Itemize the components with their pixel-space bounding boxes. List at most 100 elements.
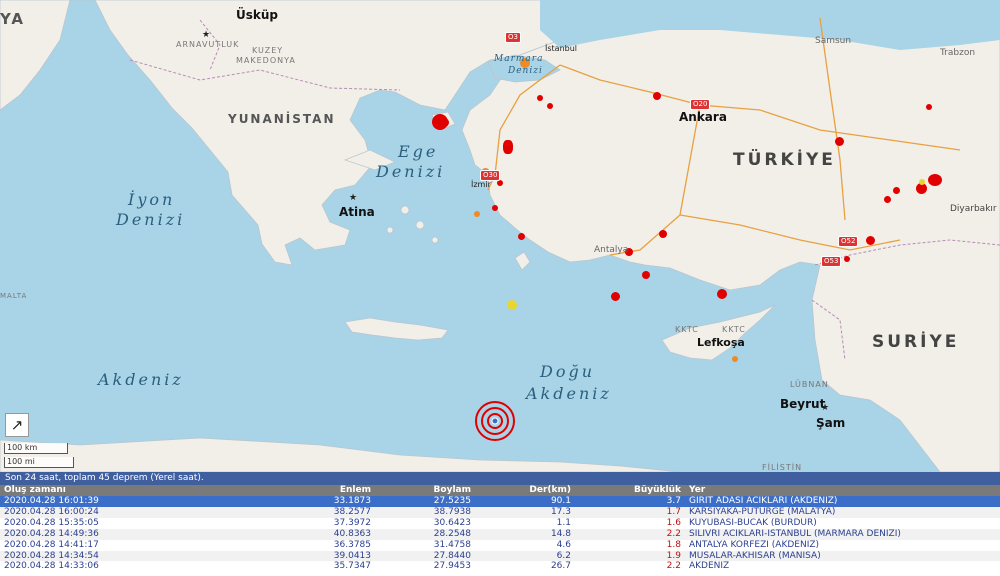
column-header-depth[interactable]: Der(km) — [475, 485, 575, 496]
earthquake-dot[interactable] — [440, 118, 449, 127]
highlighted-earthquake-marker — [475, 401, 515, 441]
earthquake-dot[interactable] — [492, 205, 498, 211]
earthquake-dot[interactable] — [518, 233, 525, 240]
road-shield: O30 — [480, 170, 501, 181]
cell-magnitude: 2.2 — [575, 528, 685, 540]
country-label-kktc: KKTC — [675, 325, 699, 334]
cell-place: KUYUBASI-BUCAK (BURDUR) — [685, 517, 1000, 529]
city-label-izmir: İzmir — [471, 180, 491, 189]
road-shield: O3 — [505, 32, 521, 43]
city-marker-atina: ★ — [349, 193, 358, 203]
city-label-trabzon: Trabzon — [940, 48, 976, 58]
cell-time: 2020.04.28 14:41:17 — [0, 539, 250, 551]
earthquake-dot[interactable] — [547, 103, 553, 109]
city-label-uskup: Üsküp — [236, 8, 278, 22]
cell-depth: 1.1 — [475, 517, 575, 529]
scale-bar-km: 100 km — [4, 443, 68, 454]
column-header-lat[interactable]: Enlem — [250, 485, 375, 496]
earthquake-dot[interactable] — [611, 292, 620, 301]
city-label-beyrut: Beyrut — [780, 397, 826, 411]
sea-label-iyon: Denizi — [116, 210, 186, 229]
status-bar: Son 24 saat, toplam 45 deprem (Yerel saa… — [0, 472, 1000, 485]
africa-landmass — [0, 437, 681, 472]
cell-time: 2020.04.28 14:49:36 — [0, 528, 250, 540]
map-view[interactable]: Ege Denizi İyon Denizi Akdeniz Doğu Akde… — [0, 0, 1000, 472]
earthquake-dot[interactable] — [653, 92, 661, 100]
cell-lat: 40.8363 — [250, 528, 375, 540]
cell-lat: 33.1873 — [250, 496, 375, 507]
cell-magnitude: 1.9 — [575, 550, 685, 562]
earthquake-dot[interactable] — [537, 95, 543, 101]
cell-lat: 38.2577 — [250, 506, 375, 518]
cell-lon: 27.8440 — [375, 550, 475, 562]
cell-magnitude: 2.2 — [575, 561, 685, 573]
earthquake-dot[interactable] — [642, 271, 650, 279]
country-label-kuzey-makedonya: KUZEY — [252, 46, 284, 55]
cell-time: 2020.04.28 15:35:05 — [0, 517, 250, 529]
table-row[interactable]: 2020.04.28 14:33:06 35.7347 27.9453 26.7 2.2… — [0, 561, 1000, 573]
earthquake-dot[interactable] — [844, 256, 850, 262]
rhodes-island — [514, 251, 531, 271]
cell-lat: 37.3972 — [250, 517, 375, 529]
crete-island — [344, 317, 449, 341]
column-header-magnitude[interactable]: Büyüklük — [575, 485, 685, 496]
cell-magnitude: 1.7 — [575, 506, 685, 518]
earthquake-list-panel: Son 24 saat, toplam 45 deprem (Yerel saa… — [0, 472, 1000, 576]
cell-place: MUSALAR-AKHISAR (MANISA) — [685, 550, 1000, 562]
cell-depth: 90.1 — [475, 496, 575, 507]
cell-depth: 14.8 — [475, 528, 575, 540]
cell-lon: 30.6423 — [375, 517, 475, 529]
table-row[interactable]: 2020.04.28 16:00:24 38.2577 38.7938 17.3 1.7… — [0, 506, 1000, 518]
earthquake-dot[interactable] — [835, 137, 844, 146]
cell-lon: 28.2548 — [375, 528, 475, 540]
table-row[interactable]: 2020.04.28 16:01:39 33.1873 27.5235 90.1 3.7… — [0, 496, 1000, 507]
earthquake-dot[interactable] — [928, 174, 942, 186]
earthquake-dot[interactable] — [919, 179, 925, 185]
sea-label-akdeniz: Akdeniz — [98, 370, 184, 389]
table-row[interactable]: 2020.04.28 14:49:36 40.8363 28.2548 14.8 2.2… — [0, 528, 1000, 540]
cell-lat: 35.7347 — [250, 561, 375, 573]
cell-depth: 4.6 — [475, 539, 575, 551]
earthquake-dot[interactable] — [732, 356, 738, 362]
cell-time: 2020.04.28 16:01:39 — [0, 496, 250, 507]
earthquake-dot[interactable] — [926, 104, 932, 110]
column-header-lon[interactable]: Boylam — [375, 485, 475, 496]
country-label-yunanistan: YUNANİSTAN — [228, 112, 336, 126]
column-header-place[interactable]: Yer — [685, 485, 1000, 496]
country-label-kktc: KKTC — [722, 325, 746, 334]
cell-place: ANTALYA KORFEZI (AKDENIZ) — [685, 539, 1000, 551]
city-label-diyarbakir: Diyarbakır — [950, 204, 997, 214]
scale-bar-mi: 100 mi — [4, 457, 74, 468]
city-label-atina: Atina — [339, 205, 375, 219]
city-label-ankara: Ankara — [679, 110, 727, 124]
earthquake-dot[interactable] — [474, 211, 480, 217]
country-label-malta: MALTA — [0, 292, 28, 300]
cell-depth: 6.2 — [475, 550, 575, 562]
earthquake-dot[interactable] — [866, 236, 875, 245]
table-row[interactable]: 2020.04.28 14:41:17 36.3785 31.4758 4.6 1.8 A… — [0, 539, 1000, 551]
cell-depth: 17.3 — [475, 506, 575, 518]
earthquake-dot[interactable] — [893, 187, 900, 194]
city-marker-uskup: ★ — [202, 30, 211, 40]
country-label-turkiye: TÜRKİYE — [733, 150, 836, 170]
expand-icon[interactable]: ↗ — [5, 413, 29, 437]
cell-lon: 38.7938 — [375, 506, 475, 518]
country-label-lubnan: LÜBNAN — [790, 380, 829, 389]
earthquake-dot[interactable] — [507, 300, 517, 310]
column-header-time[interactable]: Oluş zamanı — [0, 485, 250, 496]
table-row[interactable]: 2020.04.28 15:35:05 37.3972 30.6423 1.1 1.6 K… — [0, 517, 1000, 529]
earthquake-dot[interactable] — [659, 230, 667, 238]
earthquake-dot[interactable] — [717, 289, 727, 299]
cell-magnitude: 1.6 — [575, 517, 685, 529]
table-row[interactable]: 2020.04.28 14:34:54 39.0413 27.8440 6.2 1.9 M… — [0, 550, 1000, 562]
sea-label-ege: Denizi — [376, 162, 446, 181]
cell-lat: 36.3785 — [250, 539, 375, 551]
earthquake-dot[interactable] — [884, 196, 891, 203]
cell-time: 2020.04.28 14:34:54 — [0, 550, 250, 562]
earthquake-dot[interactable] — [503, 140, 513, 154]
city-label-samsun: Samsun — [815, 36, 852, 46]
cell-time: 2020.04.28 14:33:06 — [0, 561, 250, 573]
sea-label-dogu-akdeniz: Akdeniz — [526, 384, 612, 403]
cell-place: KARSIYAKA-PUTURGE (MALATYA) — [685, 506, 1000, 518]
sea-label-dogu-akdeniz: Doğu — [540, 362, 596, 381]
